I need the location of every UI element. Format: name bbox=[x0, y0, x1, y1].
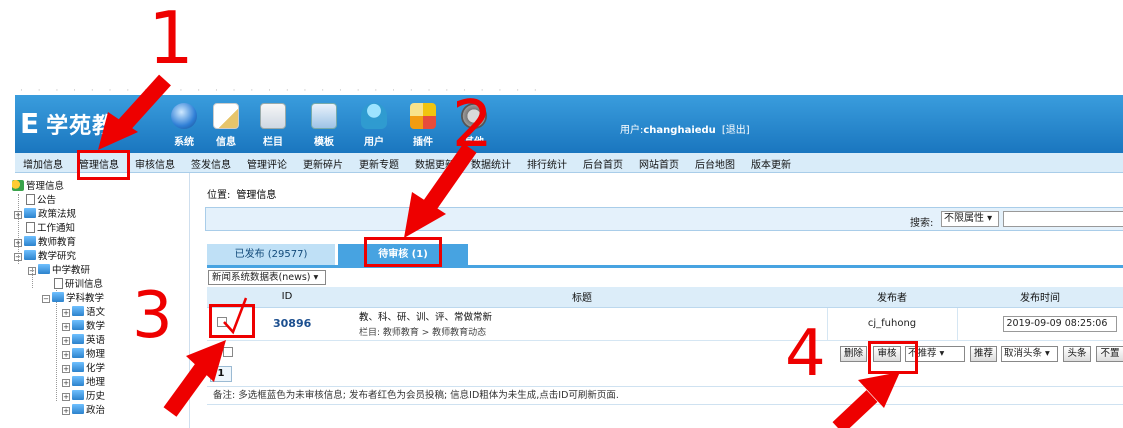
arrow-4 bbox=[832, 372, 900, 428]
arrow-1 bbox=[98, 74, 171, 150]
annotation-arrows bbox=[98, 74, 900, 428]
arrow-2 bbox=[404, 143, 477, 238]
arrow-3 bbox=[163, 340, 226, 417]
checkmark-icon bbox=[223, 297, 248, 335]
